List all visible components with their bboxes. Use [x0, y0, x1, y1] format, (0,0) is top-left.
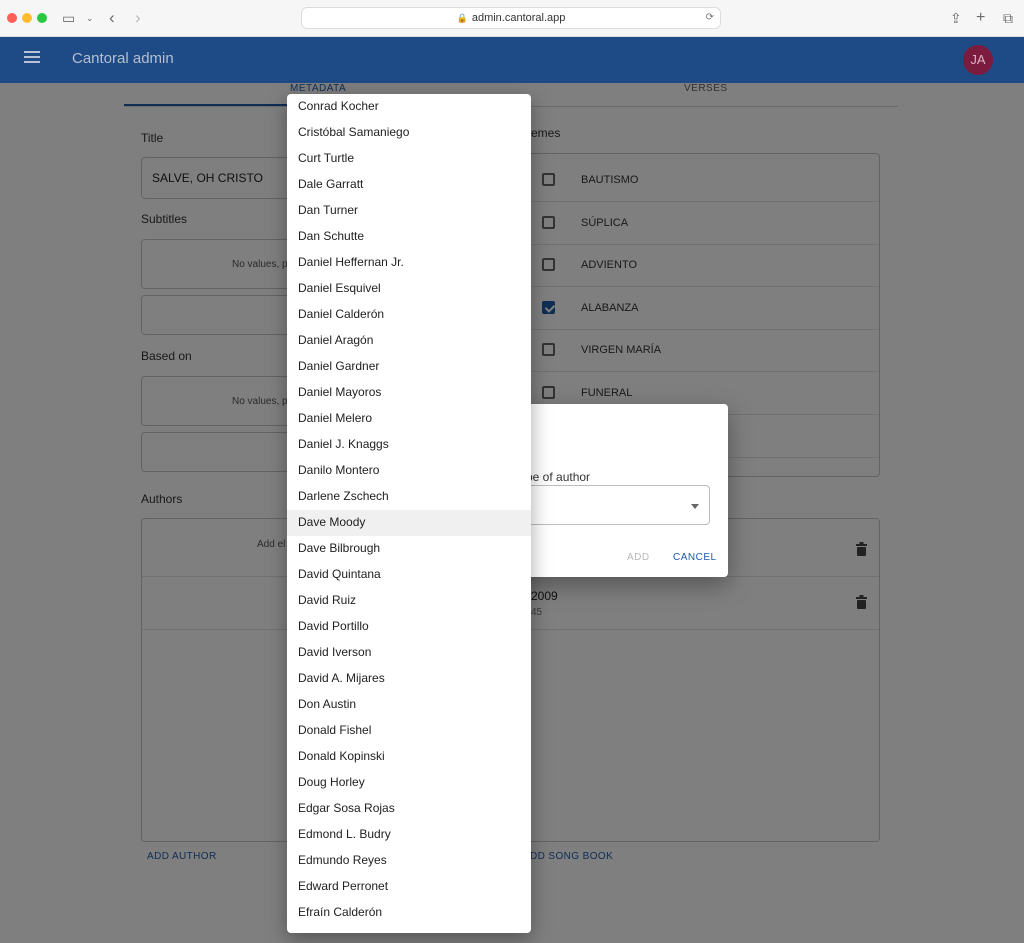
menu-item[interactable]: Efraín Calderón [287, 900, 531, 926]
menu-item[interactable]: Daniel Calderón [287, 302, 531, 328]
dropdown-arrow-icon [691, 504, 699, 509]
menu-item-highlighted[interactable]: Dave Moody [287, 510, 531, 536]
lock-icon: 🔒 [456, 13, 468, 23]
menu-item[interactable]: Daniel Heffernan Jr. [287, 250, 531, 276]
menu-item[interactable]: Danilo Montero [287, 458, 531, 484]
author-type-label: pe of author [526, 470, 591, 484]
menu-item[interactable]: Daniel Mayoros [287, 380, 531, 406]
menu-item[interactable]: Edward Perronet [287, 874, 531, 900]
new-tab-icon[interactable]: + [976, 9, 985, 27]
chevron-down-icon[interactable]: ⌄ [86, 9, 94, 27]
share-icon[interactable]: ⇪ [950, 9, 962, 27]
menu-item[interactable]: Donald Fishel [287, 718, 531, 744]
browser-toolbar: ▭ ⌄ ‹ › 🔒 admin.cantoral.app ⟳ ⇪ + ⧉ [0, 0, 1024, 37]
sidebar-toggle-icon[interactable]: ▭ [62, 9, 75, 27]
menu-item[interactable]: Dave Bilbrough [287, 536, 531, 562]
menu-item[interactable]: Doug Horley [287, 770, 531, 796]
menu-item[interactable]: Dale Garratt [287, 172, 531, 198]
menu-item[interactable]: Daniel J. Knaggs [287, 432, 531, 458]
menu-item[interactable]: David A. Mijares [287, 666, 531, 692]
menu-item[interactable]: Daniel Esquivel [287, 276, 531, 302]
cancel-button[interactable]: CANCEL [673, 552, 717, 563]
menu-item[interactable]: Darlene Zschech [287, 484, 531, 510]
minimize-window-button[interactable] [22, 13, 32, 23]
author-type-select[interactable] [526, 485, 710, 525]
address-bar[interactable]: 🔒 admin.cantoral.app ⟳ [301, 7, 721, 29]
menu-item[interactable]: Edgar Sosa Rojas [287, 796, 531, 822]
tabs-overview-icon[interactable]: ⧉ [1003, 9, 1013, 27]
forward-icon[interactable]: › [135, 9, 141, 27]
menu-item[interactable]: Edmond L. Budry [287, 822, 531, 848]
menu-item[interactable]: Daniel Gardner [287, 354, 531, 380]
menu-item[interactable]: David Iverson [287, 640, 531, 666]
author-dropdown-menu: Conrad Kocher Cristóbal Samaniego Curt T… [287, 94, 531, 933]
menu-item[interactable]: Edmundo Reyes [287, 848, 531, 874]
menu-item[interactable]: Cristóbal Samaniego [287, 120, 531, 146]
close-window-button[interactable] [7, 13, 17, 23]
app-bar: Cantoral admin JA [0, 37, 1024, 83]
menu-item[interactable]: David Ruiz [287, 588, 531, 614]
menu-item[interactable]: Conrad Kocher [287, 94, 531, 120]
menu-item[interactable]: David Portillo [287, 614, 531, 640]
menu-item[interactable]: Curt Turtle [287, 146, 531, 172]
menu-item[interactable]: Daniel Aragón [287, 328, 531, 354]
maximize-window-button[interactable] [37, 13, 47, 23]
menu-item[interactable]: Dan Turner [287, 198, 531, 224]
hamburger-menu-icon[interactable] [24, 51, 40, 65]
reload-icon[interactable]: ⟳ [706, 8, 714, 28]
menu-item[interactable]: Don Austin [287, 692, 531, 718]
add-button[interactable]: ADD [627, 552, 650, 563]
menu-item[interactable]: David Quintana [287, 562, 531, 588]
menu-item[interactable]: Daniel Melero [287, 406, 531, 432]
app-title: Cantoral admin [72, 50, 174, 67]
url-text: admin.cantoral.app [471, 12, 566, 24]
menu-item[interactable]: Dan Schutte [287, 224, 531, 250]
back-icon[interactable]: ‹ [109, 9, 115, 27]
avatar[interactable]: JA [963, 45, 993, 75]
menu-item[interactable]: Donald Kopinski [287, 744, 531, 770]
